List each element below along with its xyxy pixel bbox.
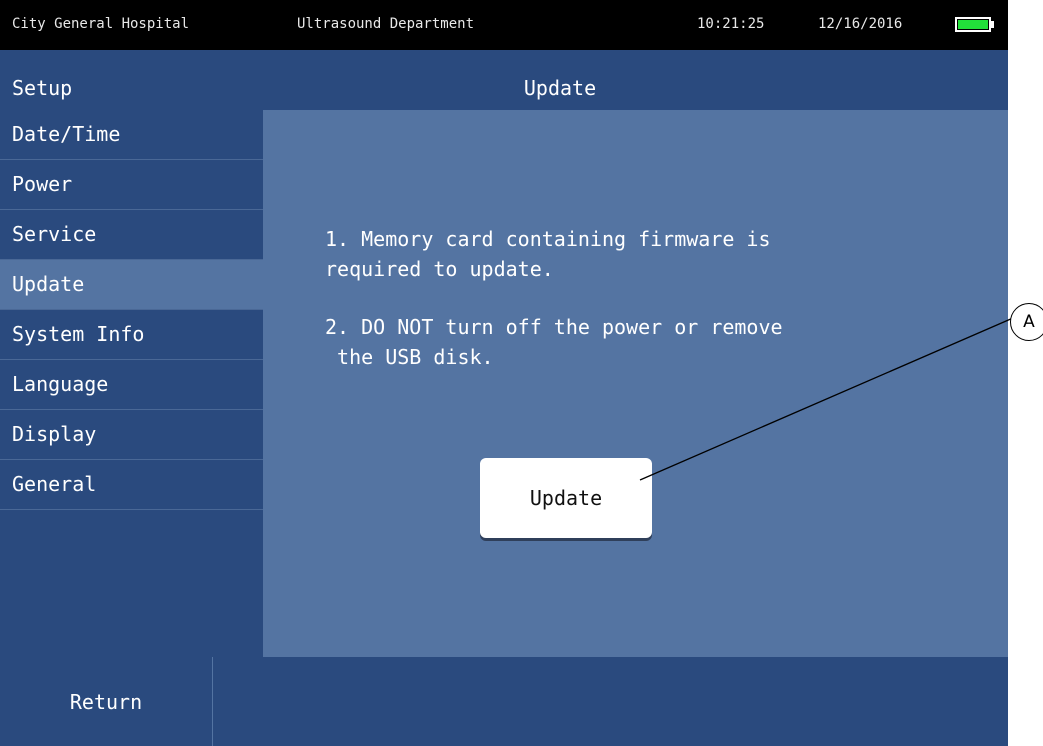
sidebar-item-date-time[interactable]: Date/Time: [0, 110, 263, 160]
sidebar-item-power[interactable]: Power: [0, 160, 263, 210]
update-panel: 1. Memory card containing firmware is re…: [263, 110, 1008, 657]
setup-sidebar: Date/Time Power Service Update System In…: [0, 110, 263, 633]
sidebar-item-system-info[interactable]: System Info: [0, 310, 263, 360]
instruction-do-not-power-off: 2. DO NOT turn off the power or remove t…: [325, 315, 783, 369]
sidebar-item-service[interactable]: Service: [0, 210, 263, 260]
status-bar: City General Hospital Ultrasound Departm…: [0, 0, 1008, 50]
current-date: 12/16/2016: [818, 16, 903, 32]
sidebar-item-update[interactable]: Update: [0, 260, 263, 310]
callout-label: A: [1023, 312, 1035, 332]
instruction-memory-card: 1. Memory card containing firmware is re…: [325, 227, 771, 281]
section-title: Setup: [12, 76, 73, 100]
device-screen: City General Hospital Ultrasound Departm…: [0, 0, 1008, 746]
department-name: Ultrasound Department: [297, 16, 475, 32]
return-button[interactable]: Return: [0, 657, 213, 746]
sidebar-item-general[interactable]: General: [0, 460, 263, 510]
sidebar-item-language[interactable]: Language: [0, 360, 263, 410]
page-header: Setup Update: [0, 66, 1008, 110]
clock-time: 10:21:25: [697, 16, 765, 32]
page-title: Update: [523, 76, 597, 100]
update-button[interactable]: Update: [480, 458, 652, 538]
hospital-name: City General Hospital: [12, 16, 190, 32]
sidebar-item-display[interactable]: Display: [0, 410, 263, 460]
callout-marker: A: [1010, 303, 1043, 341]
battery-icon: [955, 17, 991, 32]
battery-level-fill: [958, 20, 988, 29]
battery-tip: [991, 21, 994, 28]
